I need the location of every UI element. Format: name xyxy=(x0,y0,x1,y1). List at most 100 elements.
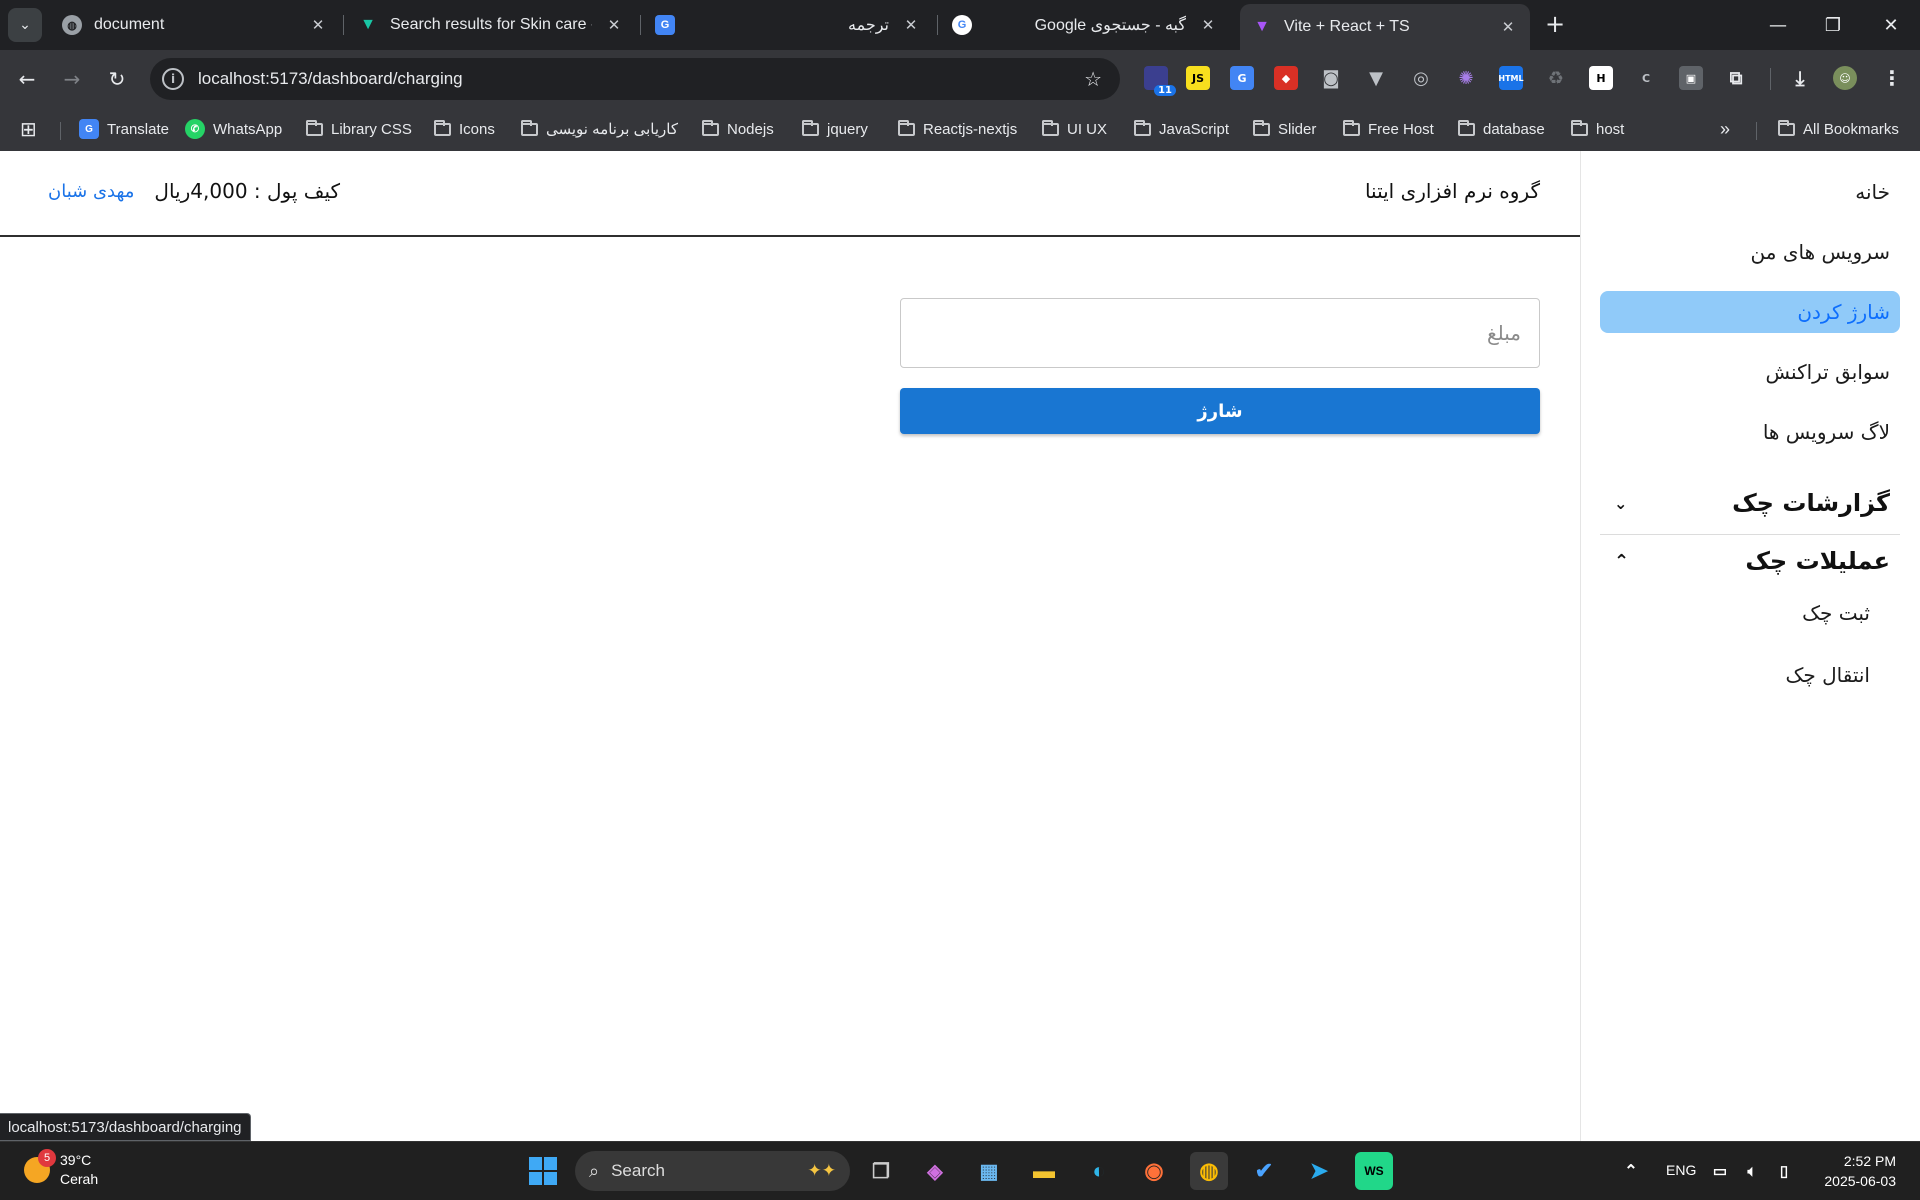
folder-icon xyxy=(521,119,538,136)
start-button[interactable] xyxy=(524,1152,562,1190)
sidebar-group-check-operations[interactable]: عملیلات چک ⌃ xyxy=(1600,537,1900,585)
clock[interactable]: 2:52 PM 2025-06-03 xyxy=(1824,1151,1896,1191)
bookmark-folder-database[interactable]: database xyxy=(1458,116,1545,142)
bookmark-folder-slider[interactable]: Slider xyxy=(1253,116,1316,142)
task-view-icon[interactable]: ❐ xyxy=(862,1152,900,1190)
chrome-icon[interactable]: ◍ xyxy=(1190,1152,1228,1190)
sidebar-subitem-transfer-check[interactable]: انتقال چک xyxy=(1785,663,1870,687)
js-extension-icon[interactable]: JS xyxy=(1186,66,1210,90)
close-icon[interactable]: ✕ xyxy=(901,16,921,34)
cube-extension-icon[interactable]: ▣ xyxy=(1679,66,1703,90)
copilot-icon[interactable]: ◈ xyxy=(916,1152,954,1190)
tab-google-search[interactable]: G گبه - جستجوی Google ✕ xyxy=(940,6,1230,44)
bookmark-folder-icons[interactable]: Icons xyxy=(434,116,495,142)
taskbar-search[interactable]: ⌕ Search ✦✦ xyxy=(575,1151,850,1191)
bookmark-folder-jobs[interactable]: کاریابی برنامه نویسی xyxy=(521,116,678,142)
user-wallet-area: مهدی شبان کیف پول : 4,000ریال xyxy=(48,179,340,203)
vue-extension-icon[interactable]: ▼ xyxy=(1364,66,1388,90)
close-icon[interactable]: ✕ xyxy=(308,16,328,34)
network-icon[interactable]: ▭ xyxy=(1706,1152,1734,1190)
html-extension-icon[interactable]: HTML xyxy=(1498,66,1524,90)
globe-icon: ◍ xyxy=(62,15,82,35)
tab-translate[interactable]: G ترجمه ✕ xyxy=(643,6,933,44)
target-extension-icon[interactable]: ◎ xyxy=(1409,66,1433,90)
telegram-icon[interactable]: ➤ xyxy=(1300,1152,1338,1190)
bookmarks-overflow-icon[interactable]: » xyxy=(1720,116,1730,142)
bookmark-translate[interactable]: G Translate xyxy=(79,116,169,142)
profile-avatar[interactable]: ☺ xyxy=(1833,66,1857,90)
bookmark-folder-free-host[interactable]: Free Host xyxy=(1343,116,1434,142)
all-bookmarks-folder[interactable]: All Bookmarks xyxy=(1778,116,1899,142)
bookmark-folder-library-css[interactable]: Library CSS xyxy=(306,116,412,142)
reload-button[interactable]: ↻ xyxy=(102,64,132,94)
bookmark-folder-nodejs[interactable]: Nodejs xyxy=(702,116,774,142)
close-icon[interactable]: ✕ xyxy=(1198,16,1218,34)
file-explorer-icon[interactable]: ▬ xyxy=(1025,1152,1063,1190)
bookmark-folder-ui-ux[interactable]: UI UX xyxy=(1042,116,1107,142)
new-tab-button[interactable]: + xyxy=(1542,12,1568,36)
site-info-icon[interactable]: i xyxy=(162,68,184,90)
camera-extension-icon[interactable]: ◙ xyxy=(1319,66,1343,90)
download-icon[interactable]: ⤓ xyxy=(1788,66,1812,90)
sidebar-subitem-register-check[interactable]: ثبت چک xyxy=(1802,601,1870,625)
h-extension-icon[interactable]: H xyxy=(1589,66,1613,90)
folder-icon xyxy=(802,119,819,136)
sidebar-item-home[interactable]: خانه xyxy=(1855,171,1890,213)
tab-search-button[interactable]: ⌄ xyxy=(8,8,42,42)
sidebar-item-charging[interactable]: شارژ کردن xyxy=(1600,291,1900,333)
weather-sun-icon: 5 xyxy=(24,1149,56,1183)
close-window-button[interactable]: ✕ xyxy=(1876,10,1906,40)
username-link[interactable]: مهدی شبان xyxy=(48,181,134,202)
bookmark-folder-reactjs[interactable]: Reactjs-nextjs xyxy=(898,116,1017,142)
sidebar-item-transactions[interactable]: سوابق تراکنش xyxy=(1766,351,1890,393)
sidebar-group-label: عملیلات چک xyxy=(1745,547,1890,575)
restore-button[interactable]: ❐ xyxy=(1818,10,1848,40)
apps-grid-icon[interactable]: ⊞ xyxy=(20,116,37,142)
tab-vite-react[interactable]: ▼ Vite + React + TS ✕ xyxy=(1240,4,1530,50)
address-bar[interactable]: i localhost:5173/dashboard/charging ☆ xyxy=(150,58,1120,100)
toolbar-separator xyxy=(1770,68,1771,90)
gear-extension-icon[interactable]: ✺ xyxy=(1454,66,1478,90)
tray-chevron-up-icon[interactable]: ⌃ xyxy=(1612,1152,1650,1190)
menu-dots-icon[interactable]: ⋮ xyxy=(1880,66,1904,90)
bookmark-whatsapp[interactable]: ✆ WhatsApp xyxy=(185,116,282,142)
back-button[interactable]: ← xyxy=(12,64,42,94)
bookmark-folder-jquery[interactable]: jquery xyxy=(802,116,868,142)
sidebar-item-service-logs[interactable]: لاگ سرویس ها xyxy=(1763,411,1890,453)
firefox-icon[interactable]: ◉ xyxy=(1135,1152,1173,1190)
vscode-icon[interactable]: ✔ xyxy=(1245,1152,1283,1190)
bookmark-folder-host[interactable]: host xyxy=(1571,116,1624,142)
bookmark-folder-javascript[interactable]: JavaScript xyxy=(1134,116,1229,142)
weather-widget[interactable]: 5 39°C Cerah xyxy=(24,1149,98,1189)
tab-document[interactable]: ◍ document ✕ xyxy=(50,6,340,44)
edge-icon[interactable]: ◐ xyxy=(1080,1152,1118,1190)
language-indicator[interactable]: ENG xyxy=(1666,1162,1696,1178)
translate-extension-icon[interactable]: G xyxy=(1230,66,1254,90)
c-extension-icon[interactable]: C xyxy=(1634,66,1658,90)
close-icon[interactable]: ✕ xyxy=(604,16,624,34)
puzzle-red-extension-icon[interactable]: ◆ xyxy=(1274,66,1298,90)
bookmarks-bar: ⊞ G Translate ✆ WhatsApp Library CSS Icons… xyxy=(0,108,1920,151)
tab-skin-care[interactable]: ▼ Search results for Skin care - Fla ✕ xyxy=(346,6,636,44)
search-label: Search xyxy=(611,1161,665,1180)
sidebar-item-my-services[interactable]: سرویس های من xyxy=(1751,231,1890,273)
tab-separator xyxy=(937,15,938,35)
extension-icon[interactable]: 11 xyxy=(1144,66,1176,96)
forward-button[interactable]: → xyxy=(57,64,87,94)
bookmark-label: Reactjs-nextjs xyxy=(923,120,1018,138)
amount-input[interactable] xyxy=(900,298,1540,368)
minimize-button[interactable]: — xyxy=(1763,10,1793,40)
bookmark-label: All Bookmarks xyxy=(1803,120,1899,138)
sidebar-group-check-reports[interactable]: گزارشات چک ⌄ xyxy=(1600,479,1900,527)
whatsapp-icon: ✆ xyxy=(185,119,205,139)
battery-icon[interactable]: ▯ xyxy=(1770,1152,1798,1190)
store-icon[interactable]: ▦ xyxy=(970,1152,1008,1190)
bookmark-star-icon[interactable]: ☆ xyxy=(1084,67,1102,91)
url-text[interactable]: localhost:5173/dashboard/charging xyxy=(198,69,1084,89)
recycle-extension-icon[interactable]: ♻ xyxy=(1544,66,1568,90)
extensions-puzzle-icon[interactable]: ⧉ xyxy=(1724,66,1748,90)
close-icon[interactable]: ✕ xyxy=(1498,18,1518,36)
charge-button[interactable]: شارژ xyxy=(900,388,1540,434)
webstorm-icon[interactable]: WS xyxy=(1355,1152,1393,1190)
volume-icon[interactable]: 🔈︎ xyxy=(1738,1152,1766,1190)
